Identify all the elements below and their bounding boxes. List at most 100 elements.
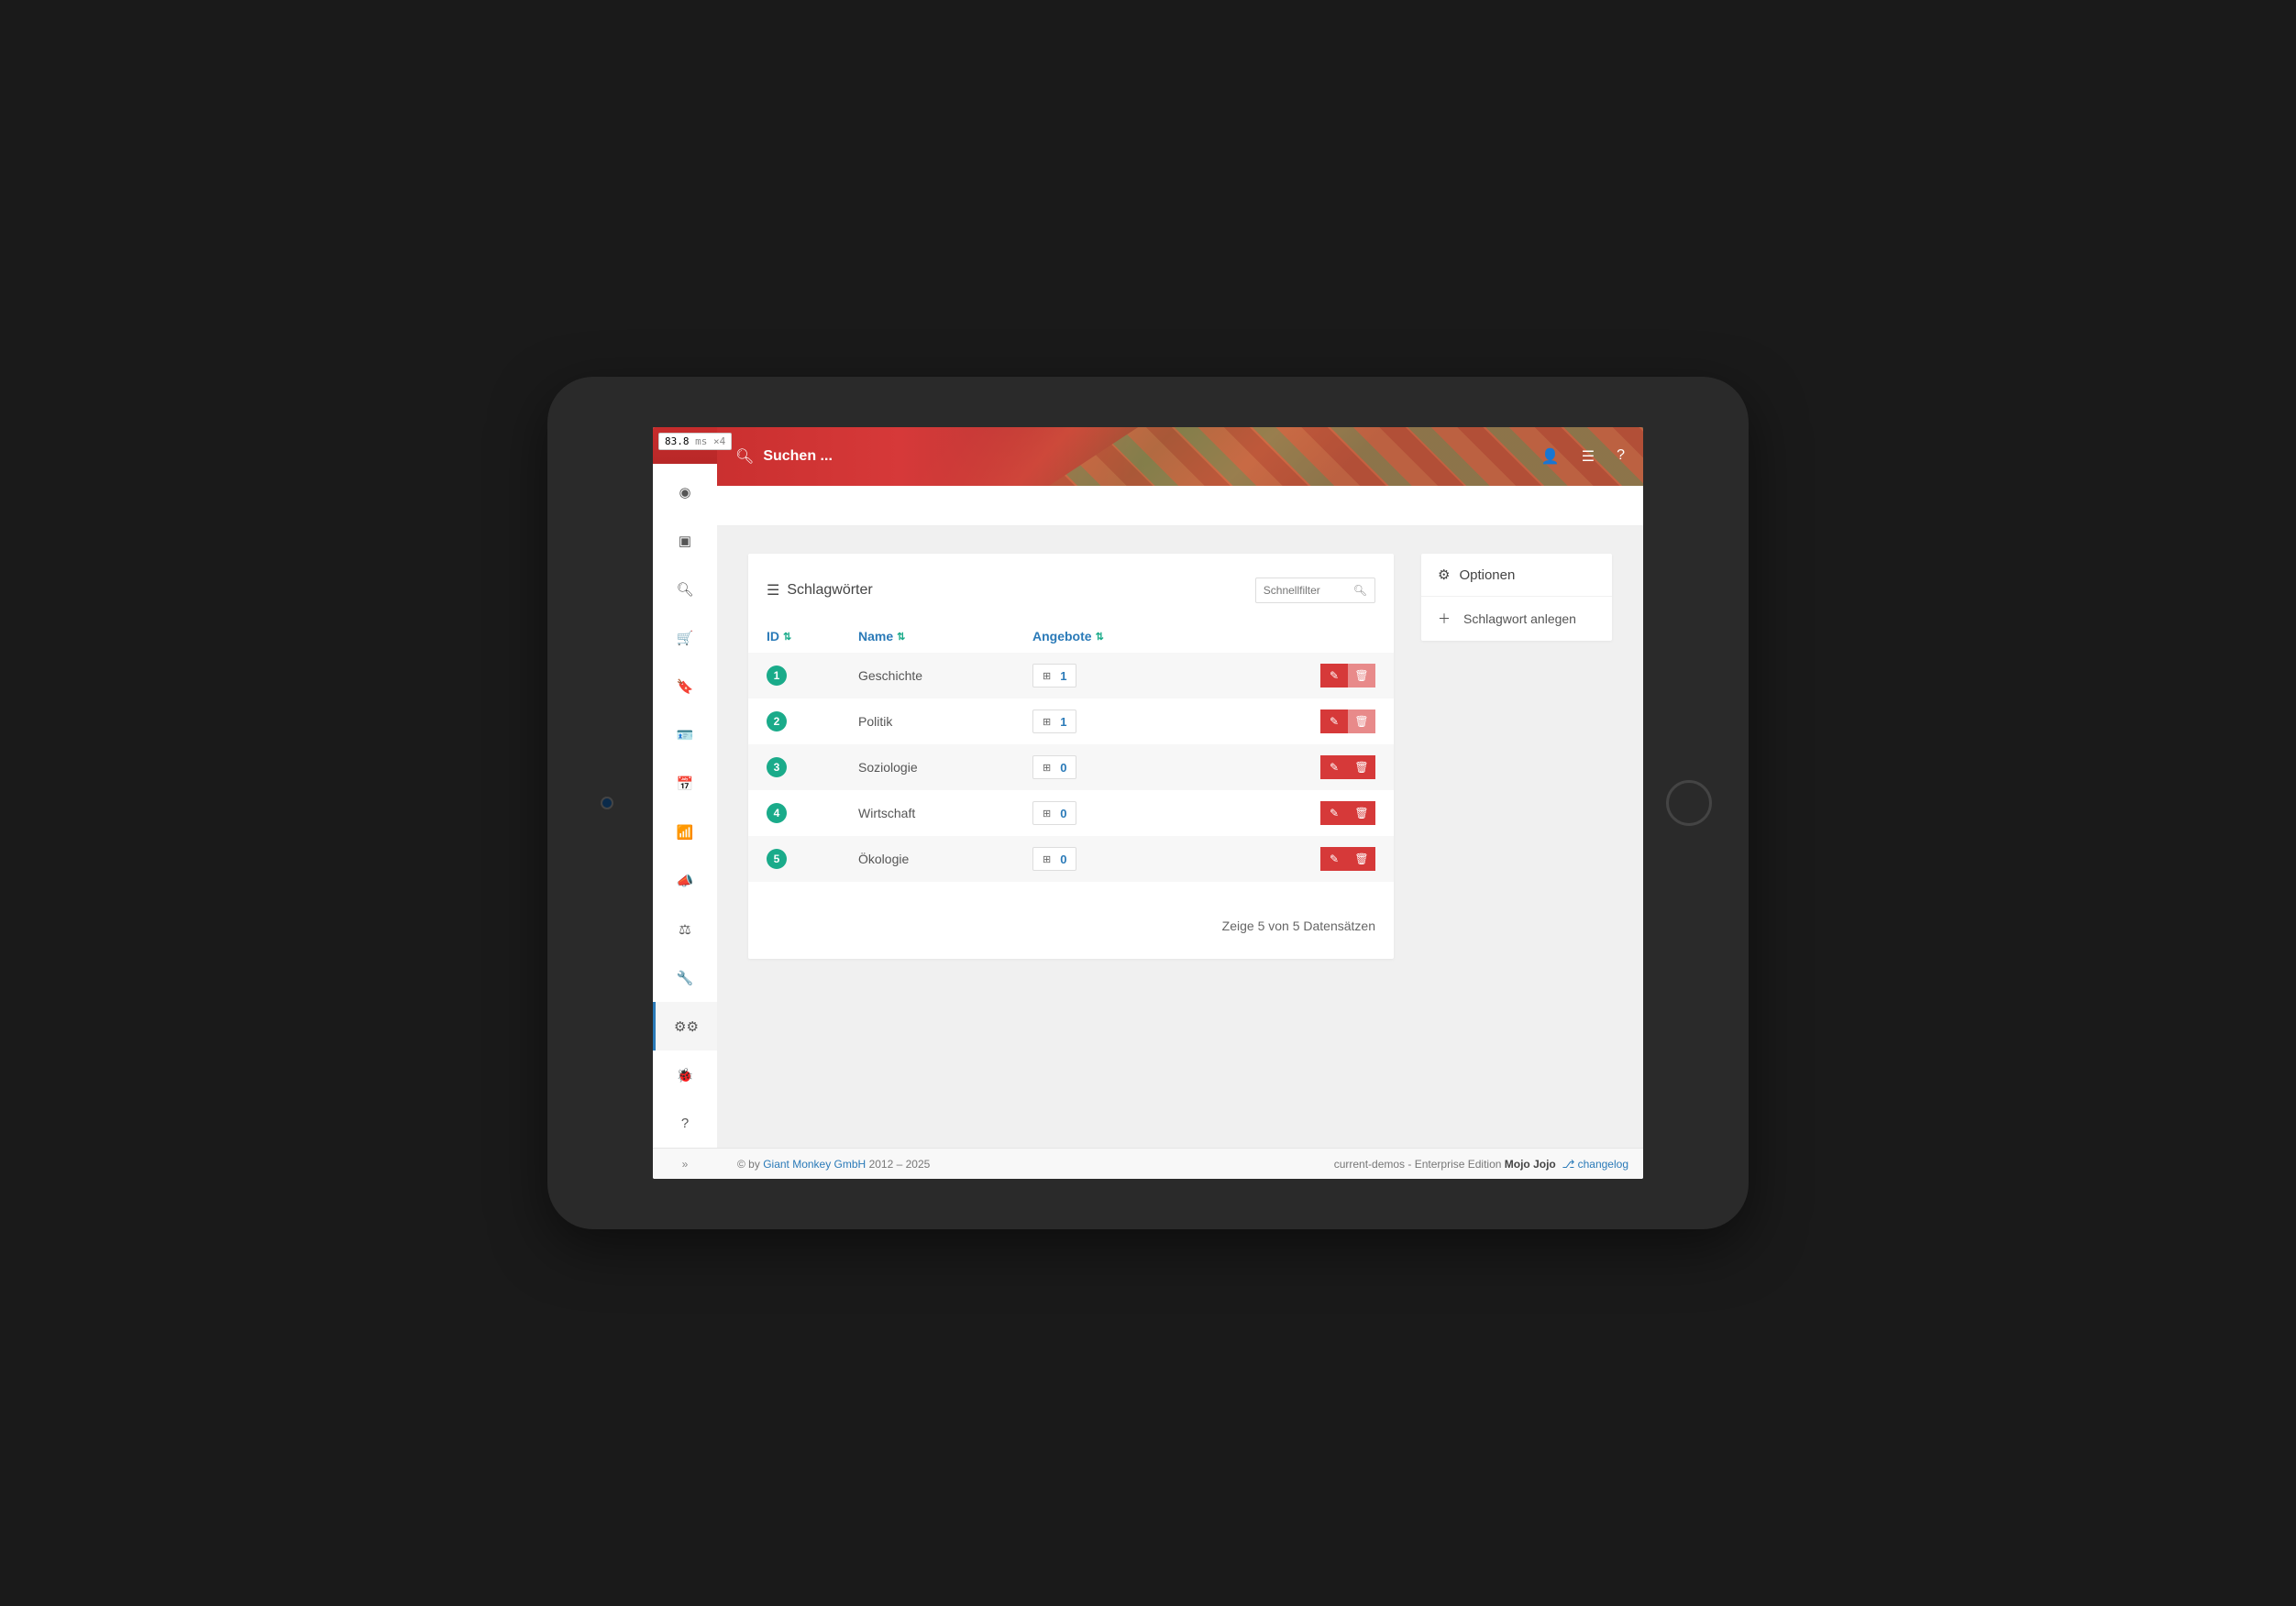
- row-name: Wirtschaft: [858, 806, 1032, 820]
- edit-button[interactable]: ✎: [1320, 710, 1348, 733]
- card-header: ☰ Schlagwörter 🔍︎: [748, 568, 1394, 620]
- stats-icon: 📶: [677, 824, 694, 841]
- sort-icon: ⇅: [783, 631, 791, 643]
- sort-icon: ⇅: [1096, 631, 1104, 643]
- perf-time: 83.8: [665, 435, 690, 447]
- cart-icon: 🛒: [677, 630, 694, 646]
- sidebar-item-idcard[interactable]: 🪪: [653, 710, 717, 759]
- search-icon: 🔍︎: [735, 447, 754, 466]
- sidebar-item-wrench[interactable]: 🔧: [653, 953, 717, 1002]
- quick-filter[interactable]: 🔍︎: [1255, 578, 1375, 603]
- keywords-card: ☰ Schlagwörter 🔍︎ ID⇅ Name⇅ Angebote⇅: [748, 554, 1394, 959]
- table-body: 1Geschichte⊞1✎🗑2Politik⊞1✎🗑3Soziologie⊞0…: [748, 653, 1394, 882]
- home-button[interactable]: [1666, 780, 1712, 826]
- list-icon: ☰: [767, 581, 779, 600]
- footer: » © by Giant Monkey GmbH 2012 – 2025 cur…: [653, 1148, 1643, 1179]
- header-menu-icon[interactable]: ☰: [1582, 447, 1595, 466]
- id-badge: 1: [767, 666, 787, 686]
- offer-count-badge[interactable]: ⊞0: [1032, 801, 1076, 825]
- delete-button[interactable]: 🗑: [1348, 801, 1375, 825]
- sidebar-item-calendar[interactable]: 📅: [653, 759, 717, 808]
- sidebar-item-help[interactable]: ?: [653, 1099, 717, 1148]
- create-keyword-button[interactable]: ＋ Schlagwort anlegen: [1421, 596, 1612, 641]
- id-badge: 2: [767, 711, 787, 732]
- search-icon: 🔍︎: [676, 581, 693, 598]
- sidebar-item-search[interactable]: 🔍︎: [653, 565, 717, 613]
- sidebar-item-settings[interactable]: ⚙⚙: [653, 1002, 717, 1050]
- sidebar-item-inbox[interactable]: ▣: [653, 516, 717, 565]
- offer-count: 0: [1060, 807, 1066, 820]
- column-name[interactable]: Name⇅: [858, 629, 1032, 644]
- sidebar-item-bookmark[interactable]: 🔖: [653, 662, 717, 710]
- table-row: 3 Soziologie⊞0 ✎🗑: [748, 744, 1394, 790]
- company-link[interactable]: Giant Monkey GmbH: [763, 1158, 866, 1171]
- id-badge: 5: [767, 849, 787, 869]
- subheader: [653, 486, 1643, 526]
- table-row: 1Geschichte⊞1✎🗑: [748, 653, 1394, 698]
- offer-count-badge[interactable]: ⊞1: [1032, 664, 1076, 688]
- delete-button[interactable]: 🗑: [1348, 755, 1375, 779]
- edit-button[interactable]: ✎: [1320, 755, 1348, 779]
- offer-count: 0: [1060, 761, 1066, 775]
- edit-button[interactable]: ✎: [1320, 801, 1348, 825]
- camera: [601, 797, 613, 809]
- card-title: ☰ Schlagwörter: [767, 581, 873, 600]
- delete-button[interactable]: 🗑: [1348, 847, 1375, 871]
- offer-count-badge[interactable]: ⊞1: [1032, 710, 1076, 733]
- megaphone-icon: 📣: [677, 873, 694, 889]
- sidebar-item-announce[interactable]: 📣: [653, 856, 717, 905]
- sort-icon: ⇅: [897, 631, 905, 643]
- tablet-device-frame: 83.8 ms ×4 ◉ ▣ 🔍︎ 🛒 🔖 🪪 📅 📶 📣 ⚖ 🔧 ⚙⚙ 🐞 ?…: [547, 377, 1749, 1229]
- perf-unit: ms ×4: [690, 435, 726, 447]
- column-angebote[interactable]: Angebote⇅: [1032, 629, 1265, 644]
- content-area: ☰ Schlagwörter 🔍︎ ID⇅ Name⇅ Angebote⇅: [717, 526, 1643, 977]
- table-header: ID⇅ Name⇅ Angebote⇅: [748, 620, 1394, 653]
- header-search[interactable]: 🔍︎: [735, 447, 964, 466]
- sidebar-expand-button[interactable]: »: [653, 1149, 717, 1179]
- sidebar-item-dashboard[interactable]: ◉: [653, 468, 717, 516]
- table-row: 2Politik⊞1✎🗑: [748, 698, 1394, 744]
- sidebar-item-gavel[interactable]: ⚖: [653, 905, 717, 953]
- grid-icon: ⊞: [1043, 853, 1051, 865]
- edit-button[interactable]: ✎: [1320, 847, 1348, 871]
- question-icon: ?: [681, 1116, 689, 1131]
- header-user-icon[interactable]: 👤: [1541, 447, 1560, 466]
- cogs-icon: ⚙⚙: [674, 1018, 699, 1035]
- table-row: 5Ökologie⊞0✎🗑: [748, 836, 1394, 882]
- wrench-icon: 🔧: [677, 970, 694, 986]
- keywords-table: ID⇅ Name⇅ Angebote⇅ 1Geschichte⊞1✎🗑2Poli…: [748, 620, 1394, 882]
- id-badge: 4: [767, 803, 787, 823]
- offer-count: 0: [1060, 852, 1066, 866]
- delete-button: 🗑: [1348, 664, 1375, 688]
- search-input[interactable]: [763, 448, 964, 465]
- offer-count: 1: [1060, 715, 1066, 729]
- row-name: Soziologie: [858, 760, 1032, 775]
- id-badge: 3: [767, 757, 787, 777]
- dashboard-icon: ◉: [679, 484, 690, 500]
- offer-count-badge[interactable]: ⊞0: [1032, 847, 1076, 871]
- edit-button[interactable]: ✎: [1320, 664, 1348, 688]
- options-title-text: Optionen: [1459, 567, 1515, 583]
- column-id[interactable]: ID⇅: [767, 629, 858, 644]
- sidebar-item-cart[interactable]: 🛒: [653, 613, 717, 662]
- search-icon[interactable]: 🔍︎: [1353, 584, 1367, 597]
- table-footer-text: Zeige 5 von 5 Datensätzen: [1222, 918, 1375, 933]
- footer-right: current-demos - Enterprise Edition Mojo …: [1334, 1158, 1628, 1171]
- header: 🔍︎ 👤 ☰ ?: [653, 427, 1643, 486]
- inbox-icon: ▣: [679, 533, 691, 549]
- footer-copyright: © by Giant Monkey GmbH 2012 – 2025: [717, 1158, 1334, 1171]
- gavel-icon: ⚖: [679, 921, 690, 938]
- grid-icon: ⊞: [1043, 670, 1051, 682]
- quick-filter-input[interactable]: [1264, 584, 1346, 597]
- table-row: 4Wirtschaft⊞0✎🗑: [748, 790, 1394, 836]
- sidebar-item-bug[interactable]: 🐞: [653, 1050, 717, 1099]
- grid-icon: ⊞: [1043, 808, 1051, 820]
- performance-badge[interactable]: 83.8 ms ×4: [658, 433, 732, 450]
- grid-icon: ⊞: [1043, 716, 1051, 728]
- git-icon: ⎇: [1562, 1158, 1574, 1171]
- changelog-link[interactable]: changelog: [1578, 1158, 1628, 1171]
- sidebar-item-stats[interactable]: 📶: [653, 808, 717, 856]
- row-name: Politik: [858, 714, 1032, 729]
- offer-count-badge[interactable]: ⊞0: [1032, 755, 1076, 779]
- header-help-icon[interactable]: ?: [1617, 447, 1625, 466]
